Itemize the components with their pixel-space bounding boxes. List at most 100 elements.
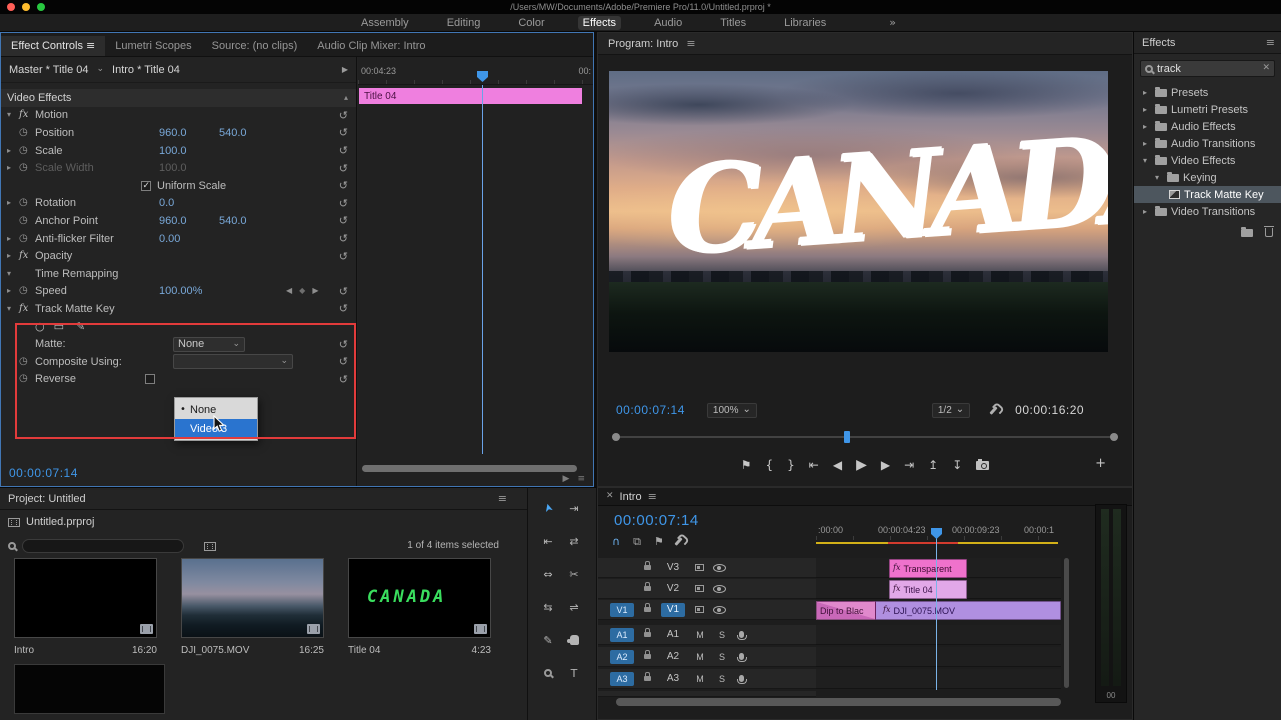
track-name-a1[interactable]: A1 [661, 628, 685, 642]
mute-button[interactable]: M [693, 674, 707, 684]
item-name[interactable]: DJI_0075.MOV [181, 645, 249, 656]
anchor-y-value[interactable]: 540.0 [219, 215, 279, 227]
linked-selection-icon[interactable] [633, 536, 641, 547]
effects-search-box[interactable] [1140, 60, 1275, 77]
timeline-vertical-scrollbar[interactable] [1064, 558, 1069, 688]
row-anti-flicker[interactable]: Anti-flicker Filter 0.00 [1, 230, 356, 248]
lock-icon[interactable] [644, 628, 651, 637]
row-composite-using[interactable]: Composite Using: [1, 353, 356, 371]
toggle-track-output-icon[interactable] [713, 584, 726, 593]
timeline-timecode[interactable]: 00:00:07:14 [614, 512, 699, 529]
panel-menu-icon[interactable] [686, 38, 695, 49]
previous-keyframe-icon[interactable] [286, 287, 292, 295]
composite-using-dropdown[interactable] [173, 354, 293, 370]
uniform-scale-checkbox[interactable] [141, 180, 151, 191]
source-patch-badge[interactable]: A3 [610, 671, 634, 686]
rectangle-mask-icon[interactable] [54, 321, 64, 332]
track-name-a3[interactable]: A3 [661, 672, 685, 686]
toggle-animation-icon[interactable] [19, 357, 35, 367]
track-name-a2[interactable]: A2 [661, 650, 685, 664]
group-video-effects[interactable]: Video Effects [1, 89, 356, 107]
razor-tool[interactable] [566, 566, 582, 582]
row-matte[interactable]: Matte: None [1, 335, 356, 353]
track-header-v1[interactable]: V1 V1 [598, 600, 816, 620]
panel-menu-icon[interactable] [498, 493, 507, 504]
toggle-animation-icon[interactable] [19, 234, 35, 244]
tab-lumetri-scopes[interactable]: Lumetri Scopes [105, 36, 201, 56]
reverse-checkbox[interactable] [145, 374, 155, 385]
mark-out-button[interactable] [787, 459, 795, 471]
reset-icon[interactable] [339, 233, 348, 244]
workspace-tab-assembly[interactable]: Assembly [356, 16, 414, 30]
step-back-button[interactable] [833, 459, 842, 471]
anti-flicker-value[interactable]: 0.00 [159, 233, 219, 245]
track-lane-a1[interactable] [816, 625, 1061, 645]
solo-button[interactable]: S [715, 630, 729, 640]
project-item-partial[interactable] [14, 664, 165, 714]
tree-item-lumetri-presets[interactable]: Lumetri Presets [1134, 101, 1281, 118]
mute-button[interactable]: M [693, 630, 707, 640]
play-button[interactable] [856, 458, 867, 472]
mute-button[interactable]: M [693, 652, 707, 662]
row-scale[interactable]: Scale 100.0 [1, 142, 356, 160]
toggle-animation-icon[interactable] [19, 198, 35, 208]
effect-controls-timecode[interactable]: 00:00:07:14 [9, 466, 78, 480]
timeline-settings-wrench-icon[interactable] [674, 537, 683, 546]
source-patch-badge[interactable]: A1 [610, 627, 634, 642]
sequence-clip-label[interactable]: Intro * Title 04 [112, 64, 180, 76]
track-header-v2[interactable]: V2 [598, 579, 816, 599]
row-scale-width[interactable]: Scale Width 100.0 [1, 159, 356, 177]
voiceover-record-icon[interactable] [737, 653, 747, 662]
reset-icon[interactable] [339, 356, 348, 367]
track-lane-a2[interactable] [816, 647, 1061, 667]
slip-tool[interactable] [540, 599, 556, 615]
clear-search-icon[interactable] [1262, 64, 1270, 73]
row-position[interactable]: Position 960.0540.0 [1, 124, 356, 142]
lift-button[interactable] [928, 459, 938, 471]
timeline-horizontal-scrollbar[interactable] [616, 698, 1061, 706]
selection-tool[interactable] [538, 498, 558, 518]
hand-tool[interactable] [566, 632, 582, 648]
tree-item-audio-transitions[interactable]: Audio Transitions [1134, 135, 1281, 152]
mini-timeline-clip[interactable]: Title 04 [359, 88, 582, 104]
tree-item-audio-effects[interactable]: Audio Effects [1134, 118, 1281, 135]
track-header-a1[interactable]: A1 A1 M S [598, 625, 816, 645]
extract-button[interactable] [952, 459, 962, 471]
reset-effect-icon[interactable] [339, 110, 348, 121]
mini-timeline-scrollbar[interactable] [362, 465, 577, 472]
track-name-v3[interactable]: V3 [661, 561, 685, 575]
reset-icon[interactable] [339, 374, 348, 385]
tab-effect-controls[interactable]: Effect Controls [1, 36, 106, 56]
workspace-overflow-icon[interactable] [889, 17, 896, 28]
track-header-v3[interactable]: V3 [598, 558, 816, 578]
toggle-animation-icon[interactable] [19, 374, 35, 384]
panel-menu-icon[interactable] [1266, 37, 1275, 48]
workspace-tab-color[interactable]: Color [513, 16, 549, 30]
reset-effect-icon[interactable] [339, 303, 348, 314]
button-editor-plus[interactable] [1095, 457, 1106, 470]
toggle-animation-icon[interactable] [19, 216, 35, 226]
position-y-value[interactable]: 540.0 [219, 127, 279, 139]
lock-icon[interactable] [644, 672, 651, 681]
lock-icon[interactable] [644, 650, 651, 659]
next-keyframe-icon[interactable] [312, 287, 318, 295]
mini-timeline-ruler[interactable]: 00:04:23 00: [358, 57, 593, 85]
reset-icon[interactable] [339, 286, 348, 297]
item-name[interactable]: Title 04 [348, 645, 380, 656]
item-name[interactable]: Intro [14, 645, 34, 656]
tree-item-video-transitions[interactable]: Video Transitions [1134, 203, 1281, 220]
rate-stretch-tool[interactable] [540, 566, 556, 582]
close-panel-icon[interactable] [606, 492, 614, 501]
row-time-remapping[interactable]: Time Remapping [1, 265, 356, 283]
ripple-edit-tool[interactable] [540, 533, 556, 549]
toggle-animation-icon[interactable] [19, 128, 35, 138]
reset-icon[interactable] [339, 215, 348, 226]
project-item-intro[interactable] [14, 558, 157, 638]
track-select-forward-tool[interactable] [566, 500, 582, 516]
options-icon[interactable] [577, 475, 585, 484]
toggle-animation-icon[interactable] [19, 146, 35, 156]
add-marker-icon[interactable] [654, 536, 664, 547]
delete-icon[interactable] [1264, 226, 1274, 237]
position-x-value[interactable]: 960.0 [159, 127, 219, 139]
reset-icon[interactable] [339, 198, 348, 209]
